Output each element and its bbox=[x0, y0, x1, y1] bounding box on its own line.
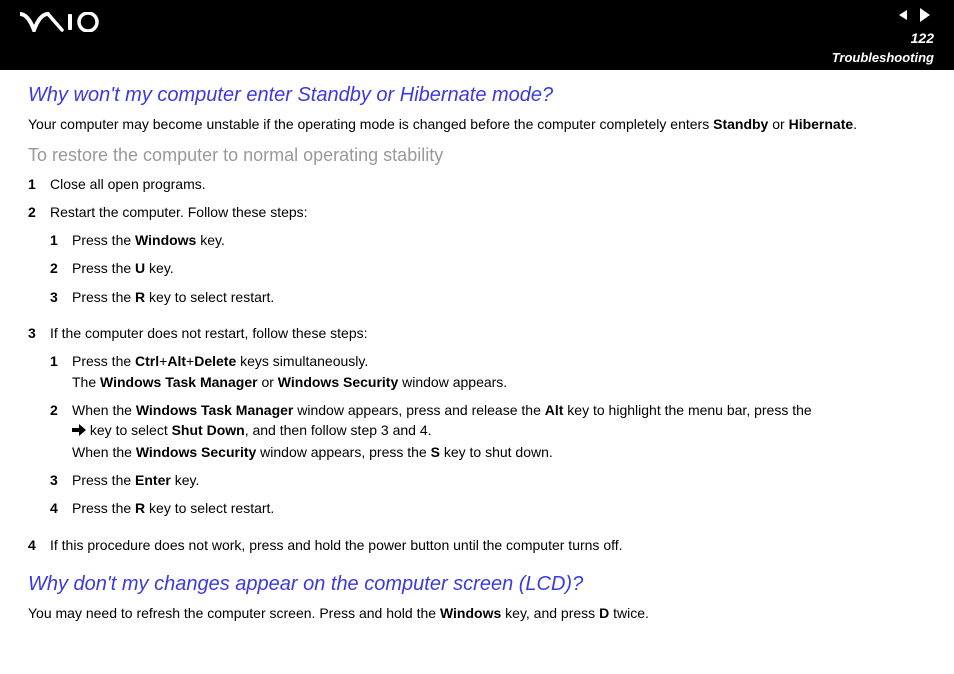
nav-next-icon[interactable] bbox=[916, 6, 934, 27]
restore-subheading: To restore the computer to normal operat… bbox=[28, 145, 926, 166]
page-content: Why won't my computer enter Standby or H… bbox=[0, 70, 954, 653]
step-2-3: 3 Press the R key to select restart. bbox=[50, 287, 926, 307]
step-2-2: 2 Press the U key. bbox=[50, 258, 926, 278]
header-bar: 122 Troubleshooting bbox=[0, 0, 954, 70]
question-2-body: You may need to refresh the computer scr… bbox=[28, 604, 926, 624]
arrow-right-icon bbox=[72, 421, 86, 441]
step-4: 4 If this procedure does not work, press… bbox=[28, 535, 926, 555]
page-number: 122 bbox=[911, 30, 934, 46]
step-3-substeps: 1 Press the Ctrl+Alt+Delete keys simulta… bbox=[50, 351, 926, 518]
question-1-title: Why won't my computer enter Standby or H… bbox=[28, 84, 926, 107]
step-2: 2 Restart the computer. Follow these ste… bbox=[28, 202, 926, 315]
step-2-substeps: 1 Press the Windows key. 2 Press the U k… bbox=[50, 230, 926, 307]
step-3-2: 2 When the Windows Task Manager window a… bbox=[50, 400, 926, 462]
nav-prev-icon[interactable] bbox=[896, 8, 910, 25]
nav-arrows bbox=[896, 6, 934, 27]
step-2-1: 1 Press the Windows key. bbox=[50, 230, 926, 250]
vaio-logo bbox=[20, 12, 108, 32]
main-steps-list: 1 Close all open programs. 2 Restart the… bbox=[28, 174, 926, 555]
question-2-title: Why don't my changes appear on the compu… bbox=[28, 573, 926, 596]
step-3-3: 3 Press the Enter key. bbox=[50, 470, 926, 490]
step-1: 1 Close all open programs. bbox=[28, 174, 926, 194]
section-title: Troubleshooting bbox=[832, 50, 934, 65]
step-3-1: 1 Press the Ctrl+Alt+Delete keys simulta… bbox=[50, 351, 926, 392]
step-3-4: 4 Press the R key to select restart. bbox=[50, 498, 926, 518]
question-1-intro: Your computer may become unstable if the… bbox=[28, 115, 926, 135]
step-3: 3 If the computer does not restart, foll… bbox=[28, 323, 926, 527]
